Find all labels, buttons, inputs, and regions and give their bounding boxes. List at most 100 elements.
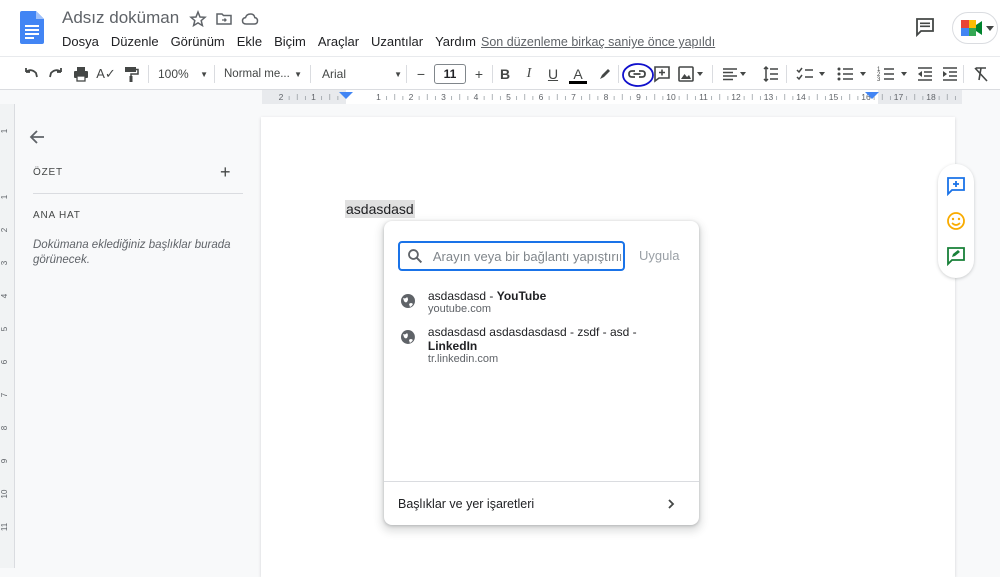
menu-file[interactable]: Dosya xyxy=(56,33,105,53)
back-arrow-icon[interactable] xyxy=(28,128,46,146)
vertical-ruler-tick-label: 1 xyxy=(0,128,9,133)
menu-insert[interactable]: Ekle xyxy=(231,33,268,53)
suggestion-title: asdasdasd asdasdasdasd - zsdf - asd - Li… xyxy=(428,325,688,353)
vertical-ruler-tick-label: 2 xyxy=(0,227,9,232)
ruler-tick-label: 8 xyxy=(604,92,609,102)
clear-formatting-icon[interactable] xyxy=(972,65,990,83)
font-size-input[interactable]: 11 xyxy=(434,64,466,84)
last-edit-link[interactable]: Son düzenleme birkaç saniye önce yapıldı xyxy=(481,35,715,49)
line-spacing-icon[interactable] xyxy=(762,65,780,83)
vertical-ruler[interactable]: 211234567891011 xyxy=(0,95,15,568)
link-suggestion-item[interactable]: asdasdasd asdasdasdasd - zsdf - asd - Li… xyxy=(398,325,688,365)
suggestion-text: asdasdasd asdasdasdasd - zsdf - asd - Li… xyxy=(428,325,688,365)
insert-comment-icon[interactable] xyxy=(653,65,671,83)
toolbar-divider xyxy=(214,65,215,83)
menu-format[interactable]: Biçim xyxy=(268,33,312,53)
font-value: Arial xyxy=(322,67,347,81)
ruler-tick-label: 14 xyxy=(796,92,806,102)
text-color-letter: A xyxy=(573,65,583,82)
italic-button[interactable]: I xyxy=(520,65,538,83)
menu-tools[interactable]: Araçlar xyxy=(312,33,365,53)
link-search-box[interactable] xyxy=(398,241,625,271)
bold-button[interactable]: B xyxy=(496,65,514,83)
align-left-icon[interactable] xyxy=(721,65,747,83)
title-bar: Adsız doküman Dosya Düzenle Görünüm Ekle… xyxy=(0,0,1000,56)
insert-link-dialog: Uygula asdasdasd - YouTube youtube.com a… xyxy=(384,221,699,525)
globe-icon xyxy=(400,330,415,344)
meet-button[interactable] xyxy=(952,12,998,44)
paint-format-icon[interactable] xyxy=(122,65,140,83)
selected-document-text[interactable]: asdasdasd xyxy=(345,200,415,218)
zoom-value: 100% xyxy=(158,67,189,81)
bulleted-list-icon[interactable] xyxy=(836,65,868,83)
menu-extensions[interactable]: Uzantılar xyxy=(365,33,429,53)
chevron-right-icon xyxy=(668,498,675,509)
menu-bar: Dosya Düzenle Görünüm Ekle Biçim Araçlar… xyxy=(56,33,482,53)
highlight-color-icon[interactable] xyxy=(596,65,614,83)
outline-label: ANA HAT xyxy=(33,210,81,221)
docs-logo-icon[interactable] xyxy=(20,11,44,44)
ruler-tick-label: 11 xyxy=(699,92,708,102)
headings-and-bookmarks-row[interactable]: Başlıklar ve yer işaretleri xyxy=(384,481,699,525)
vertical-ruler-tick-label: 4 xyxy=(0,293,9,298)
link-suggestion-item[interactable]: asdasdasd - YouTube youtube.com xyxy=(398,289,688,323)
ruler-scale: 2 1 1 2 3 4 5 6 7 8 9 10 11 12 13 14 15 16 17 18 xyxy=(262,90,962,104)
cloud-status-icon[interactable] xyxy=(241,10,259,28)
toolbar-divider xyxy=(492,65,493,83)
search-icon xyxy=(408,249,423,264)
increase-font-size-button[interactable]: + xyxy=(470,65,488,83)
ruler-tick-label: 4 xyxy=(474,92,479,102)
emoji-reaction-icon[interactable] xyxy=(946,211,966,231)
ruler-tick-label: 2 xyxy=(409,92,414,102)
toolbar-divider xyxy=(310,65,311,83)
print-icon[interactable] xyxy=(72,65,90,83)
decrease-indent-icon[interactable] xyxy=(916,65,934,83)
vertical-ruler-tick-label: 5 xyxy=(0,326,9,331)
star-icon[interactable] xyxy=(189,10,207,28)
menu-help[interactable]: Yardım xyxy=(429,33,482,53)
undo-icon[interactable] xyxy=(22,65,40,83)
style-select[interactable]: Normal me... ▼ xyxy=(224,65,302,83)
text-color-button[interactable]: A xyxy=(568,65,588,85)
suggestion-url: tr.linkedin.com xyxy=(427,353,499,365)
ruler-tick-label: 6 xyxy=(539,92,544,102)
redo-icon[interactable] xyxy=(47,65,65,83)
checklist-icon[interactable] xyxy=(795,65,827,83)
ruler-tick-label: 12 xyxy=(731,92,741,102)
spellcheck-icon[interactable]: A✓ xyxy=(96,65,116,83)
zoom-select[interactable]: 100% ▼ xyxy=(158,65,208,83)
ruler-tick-label: 10 xyxy=(666,92,676,102)
link-search-input[interactable] xyxy=(430,247,623,265)
ruler-tick-label: 2 xyxy=(279,92,284,102)
menu-edit[interactable]: Düzenle xyxy=(105,33,165,53)
document-title[interactable]: Adsız doküman xyxy=(62,8,179,28)
ruler-tick-label: 17 xyxy=(894,92,904,102)
vertical-ruler-tick-label: 11 xyxy=(0,522,9,531)
increase-indent-icon[interactable] xyxy=(941,65,959,83)
outline-empty-hint: Dokümana eklediğiniz başlıklar burada gö… xyxy=(33,239,231,266)
document-outline-panel: ÖZET + ANA HAT Dokümana eklediğiniz başl… xyxy=(14,104,260,568)
vertical-ruler-tick-label: 7 xyxy=(0,392,9,397)
underline-button[interactable]: U xyxy=(544,65,562,83)
insert-image-icon[interactable] xyxy=(678,65,704,83)
ruler-tick-label: 9 xyxy=(636,92,641,102)
suggest-edits-icon[interactable] xyxy=(946,246,966,266)
ruler-tick-label: 3 xyxy=(441,92,446,102)
comment-history-icon[interactable] xyxy=(914,16,936,38)
chevron-down-icon xyxy=(986,26,994,31)
horizontal-ruler[interactable]: 2 1 1 2 3 4 5 6 7 8 9 10 11 12 13 14 15 16 17 18 xyxy=(262,90,962,104)
suggestion-title-site: LinkedIn xyxy=(427,339,478,353)
decrease-font-size-button[interactable]: − xyxy=(412,65,430,83)
move-to-folder-icon[interactable] xyxy=(215,10,233,28)
ruler-tick-label: 1 xyxy=(376,92,381,102)
vertical-ruler-tick-label: 3 xyxy=(0,260,9,265)
chevron-down-icon: ▼ xyxy=(394,69,402,79)
numbered-list-icon[interactable]: 1 2 3 xyxy=(877,65,909,83)
add-comment-icon[interactable] xyxy=(946,176,966,196)
ruler-tick-label: 7 xyxy=(571,92,576,102)
add-summary-button[interactable]: + xyxy=(220,162,231,183)
apply-button[interactable]: Uygula xyxy=(639,248,679,263)
font-select[interactable]: Arial ▼ xyxy=(322,65,402,83)
suggestion-text: asdasdasd - YouTube youtube.com xyxy=(428,289,546,323)
menu-view[interactable]: Görünüm xyxy=(165,33,231,53)
